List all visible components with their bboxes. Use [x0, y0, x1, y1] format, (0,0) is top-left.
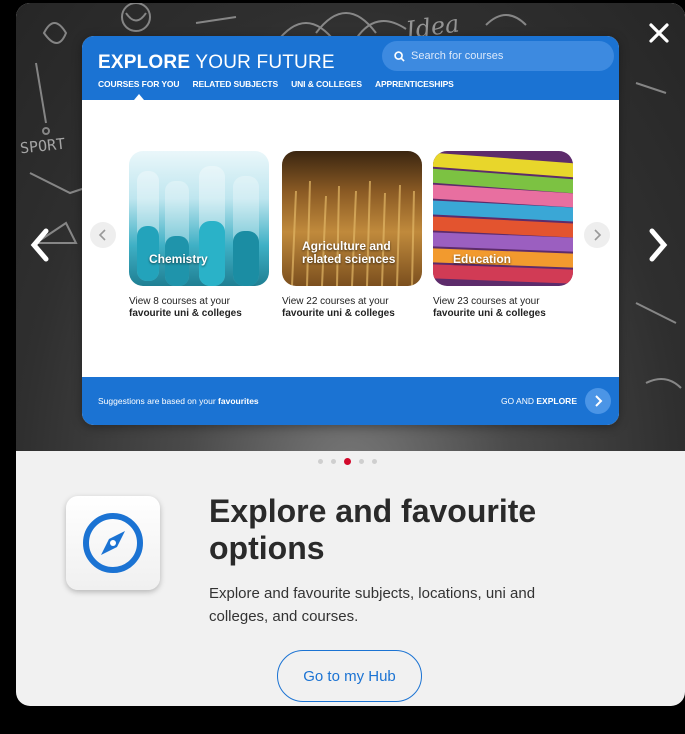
chevron-right-icon — [649, 228, 668, 262]
compass-icon — [83, 513, 143, 573]
course-card-description: View 23 courses at your favourite uni & c… — [433, 296, 583, 320]
hero-chalkboard: SPORT Idea EXPLORE YOUR FUTURE Search fo… — [16, 3, 685, 451]
desc-bold: favourite uni & colleges — [129, 308, 242, 319]
course-card-agriculture[interactable]: Agriculture and related sciences — [282, 151, 422, 286]
search-placeholder: Search for courses — [411, 50, 504, 62]
go-explore-bold: EXPLORE — [536, 396, 577, 406]
carousel-dots — [318, 458, 377, 465]
carousel-dot-active[interactable] — [344, 458, 351, 465]
go-explore-prefix: GO AND — [500, 396, 537, 406]
go-and-explore-button[interactable]: GO AND EXPLORE — [501, 388, 611, 414]
tab-apprenticeships[interactable]: APPRENTICESHIPS — [375, 79, 454, 89]
course-card-chemistry[interactable]: Chemistry — [129, 151, 269, 286]
explore-title: EXPLORE YOUR FUTURE — [98, 52, 335, 74]
close-icon — [649, 23, 669, 43]
carousel-dot[interactable] — [372, 459, 377, 464]
course-card-label: Education — [453, 252, 512, 266]
next-slide-button[interactable] — [644, 225, 672, 265]
onboarding-modal: SPORT Idea EXPLORE YOUR FUTURE Search fo… — [16, 3, 685, 706]
search-input[interactable]: Search for courses — [382, 41, 614, 71]
course-card-description: View 22 courses at your favourite uni & c… — [282, 296, 432, 320]
desc-bold: favourite uni & colleges — [433, 308, 546, 319]
desc-line: View 22 courses at your — [282, 296, 389, 307]
title-rest: YOUR FUTURE — [190, 52, 335, 73]
cards-next-button[interactable] — [584, 222, 610, 248]
explore-preview-card: EXPLORE YOUR FUTURE Search for courses C… — [82, 36, 619, 425]
desc-bold: favourite uni & colleges — [282, 308, 395, 319]
footer-text: Suggestions are based on your — [98, 396, 219, 406]
course-card-label: Agriculture and related sciences — [302, 239, 396, 266]
chevron-left-icon — [30, 228, 49, 262]
carousel-dot[interactable] — [331, 459, 336, 464]
tab-related-subjects[interactable]: RELATED SUBJECTS — [192, 79, 278, 89]
course-card-education[interactable]: Education — [433, 151, 573, 286]
go-explore-label: GO AND EXPLORE — [501, 396, 577, 406]
desc-line: View 23 courses at your — [433, 296, 540, 307]
chevron-right-icon — [594, 229, 602, 241]
close-button[interactable] — [645, 19, 673, 47]
go-to-my-hub-button[interactable]: Go to my Hub — [277, 650, 422, 702]
course-card-description: View 8 courses at your favourite uni & co… — [129, 296, 279, 320]
tab-courses-for-you[interactable]: COURSES FOR YOU — [98, 79, 180, 100]
course-card-label: Chemistry — [149, 252, 208, 266]
footer-bold: favourites — [218, 396, 259, 406]
go-explore-arrow — [585, 388, 611, 414]
chevron-right-icon — [595, 395, 603, 407]
explore-header: EXPLORE YOUR FUTURE Search for courses C… — [82, 36, 619, 100]
suggestions-note: Suggestions are based on your favourites — [98, 396, 259, 406]
title-bold: EXPLORE — [98, 52, 191, 73]
cards-previous-button[interactable] — [90, 222, 116, 248]
previous-slide-button[interactable] — [26, 225, 54, 265]
carousel-dot[interactable] — [318, 459, 323, 464]
compass-app-icon — [66, 496, 160, 590]
carousel-dot[interactable] — [359, 459, 364, 464]
search-icon — [394, 50, 405, 62]
slide-description: Explore and favourite subjects, location… — [209, 585, 536, 625]
slide-heading: Explore and favourite options — [209, 493, 537, 566]
desc-line: View 8 courses at your — [129, 296, 230, 307]
explore-footer: Suggestions are based on your favourites… — [82, 377, 619, 425]
chevron-left-icon — [98, 229, 106, 241]
explore-tabs: COURSES FOR YOU RELATED SUBJECTS UNI & C… — [98, 79, 454, 100]
tab-uni-colleges[interactable]: UNI & COLLEGES — [291, 79, 362, 89]
